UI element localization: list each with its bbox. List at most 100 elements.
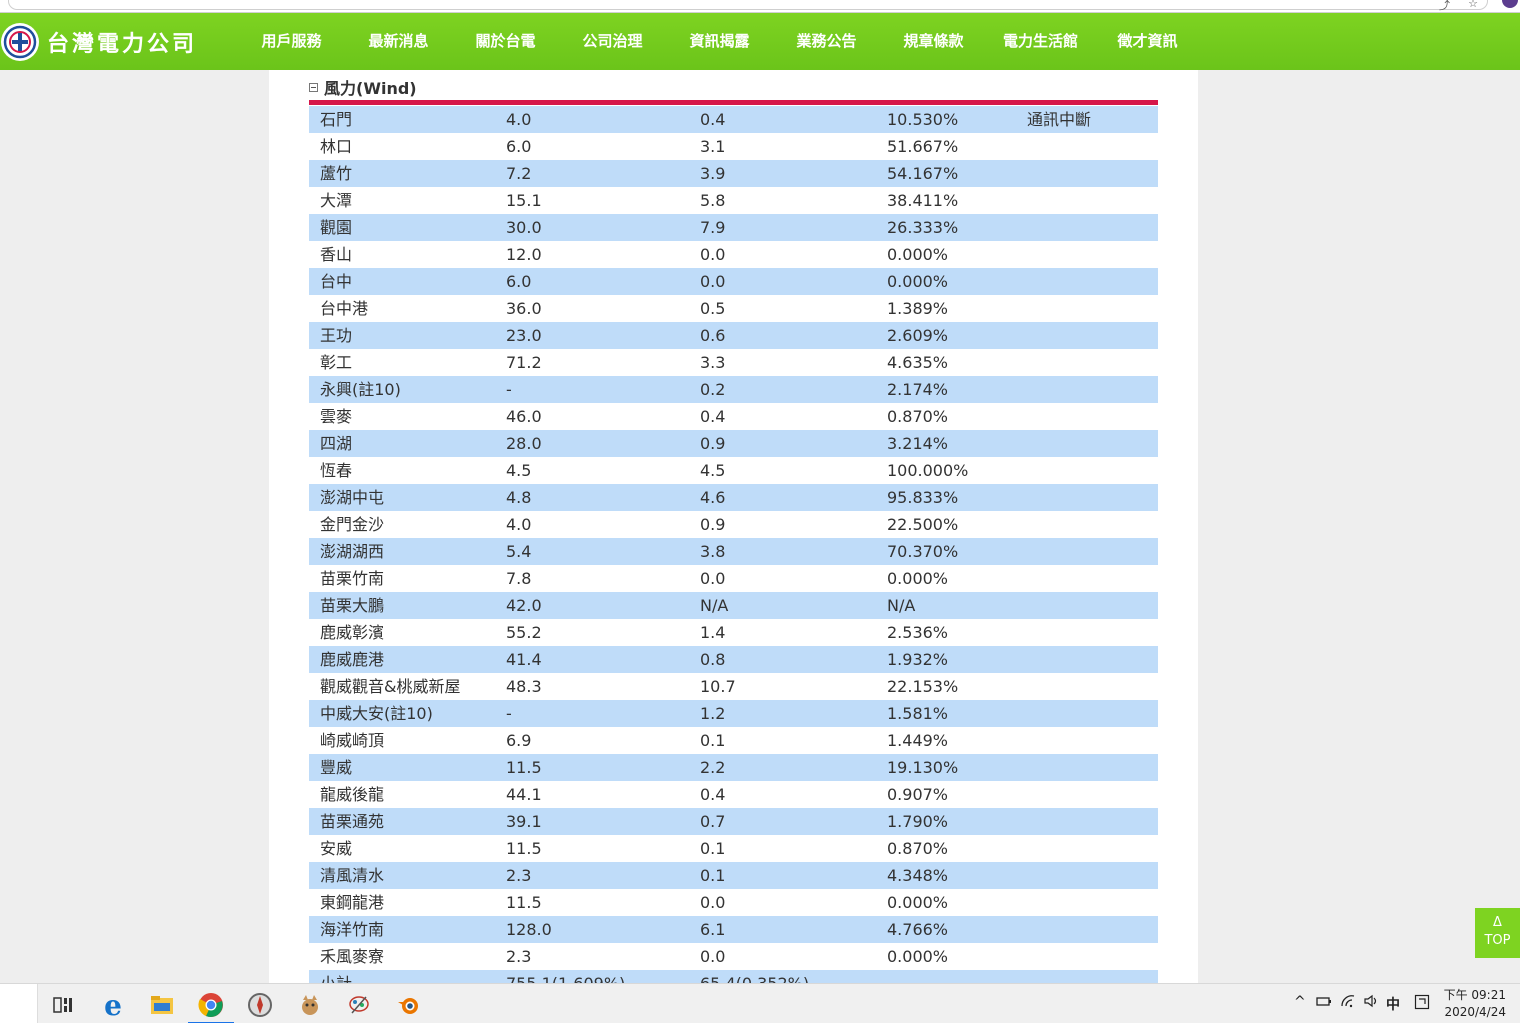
net-generation-cell: 0.0 xyxy=(700,569,726,588)
notification-icon[interactable] xyxy=(1414,994,1430,1014)
net-generation-cell: 3.8 xyxy=(700,542,726,561)
section-header[interactable]: 風力(Wind) xyxy=(309,76,417,98)
ime-indicator[interactable]: 中 xyxy=(1386,994,1400,1014)
animal-app-icon[interactable] xyxy=(287,988,333,1022)
net-generation-cell: 0.7 xyxy=(700,812,726,831)
table-row: 鹿威彰濱 55.2 1.4 2.536% xyxy=(309,619,1158,646)
site-logo[interactable]: 台灣電力公司 xyxy=(0,23,197,61)
capacity-ratio-cell: 0.907% xyxy=(887,785,949,804)
collapse-icon[interactable] xyxy=(309,82,318,92)
capacity-ratio-cell: 51.667% xyxy=(887,137,959,156)
share-icon[interactable]: ⤴ xyxy=(1439,0,1450,13)
station-name-cell: 蘆竹 xyxy=(320,164,353,183)
installed-capacity-cell: - xyxy=(506,704,512,723)
installed-capacity-cell: - xyxy=(506,380,512,399)
battery-icon[interactable] xyxy=(1316,994,1332,1012)
table-row: 澎湖中屯 4.8 4.6 95.833% xyxy=(309,484,1158,511)
station-name-cell: 四湖 xyxy=(320,434,353,453)
station-name-cell: 香山 xyxy=(320,245,353,264)
nav-info-disclosure[interactable]: 資訊揭露 xyxy=(666,13,773,80)
edge-icon[interactable]: e xyxy=(90,988,136,1022)
nav-about[interactable]: 關於台電 xyxy=(452,13,559,70)
station-name-cell: 龍威後龍 xyxy=(320,785,385,804)
volume-icon[interactable] xyxy=(1364,994,1380,1012)
installed-capacity-cell: 5.4 xyxy=(506,542,532,561)
table-row: 香山 12.0 0.0 0.000% xyxy=(309,241,1158,268)
station-name-cell: 小計 xyxy=(320,970,352,983)
table-row: 金門金沙 4.0 0.9 22.500% xyxy=(309,511,1158,538)
wind-power-table: 石門 4.0 0.4 10.530% 通訊中斷 林口 6.0 3.1 51.667% 蘆竹 7.2 3… xyxy=(309,106,1158,983)
capacity-ratio-cell: 26.333% xyxy=(887,218,959,237)
content-panel: 風力(Wind) 石門 4.0 0.4 10.530% 通訊中斷 林口 6.0 3.1 51.6… xyxy=(269,70,1198,983)
table-row: 恆春 4.5 4.5 100.000% xyxy=(309,457,1158,484)
installed-capacity-cell: 41.4 xyxy=(506,650,542,669)
net-generation-cell: 0.9 xyxy=(700,515,726,534)
installed-capacity-cell: 4.5 xyxy=(506,461,532,480)
profile-avatar[interactable] xyxy=(1502,0,1518,8)
station-name-cell: 苗栗大鵬 xyxy=(320,596,385,615)
capacity-ratio-cell: 70.370% xyxy=(887,542,959,561)
station-name-cell: 海洋竹南 xyxy=(320,920,385,939)
station-name-cell: 石門 xyxy=(320,110,353,129)
station-name-cell: 大潭 xyxy=(320,191,353,210)
table-row: 石門 4.0 0.4 10.530% 通訊中斷 xyxy=(309,106,1158,133)
back-to-top-button[interactable]: Δ TOP xyxy=(1475,908,1520,958)
address-bar[interactable] xyxy=(8,0,1488,10)
station-name-cell: 豐威 xyxy=(320,758,353,777)
capacity-ratio-cell: 3.214% xyxy=(887,434,949,453)
net-generation-cell: 0.2 xyxy=(700,380,726,399)
net-generation-cell: 4.5 xyxy=(700,461,726,480)
pinned-app-icon[interactable] xyxy=(336,988,382,1022)
installed-capacity-cell: 46.0 xyxy=(506,407,542,426)
remark-cell: 通訊中斷 xyxy=(1027,110,1092,129)
clock-time: 下午 09:21 xyxy=(1443,988,1506,1002)
table-row: 海洋竹南 128.0 6.1 4.766% xyxy=(309,916,1158,943)
system-clock[interactable]: 下午 09:21 2020/4/24 xyxy=(1444,987,1506,1021)
chrome-icon[interactable] xyxy=(188,988,234,1023)
nav-latest-news[interactable]: 最新消息 xyxy=(345,13,452,70)
table-row: 豐威 11.5 2.2 19.130% xyxy=(309,754,1158,781)
nav-power-life[interactable]: 電力生活館 xyxy=(987,13,1094,70)
nav-careers[interactable]: 徵才資訊 xyxy=(1094,13,1201,70)
installed-capacity-cell: 6.9 xyxy=(506,731,532,750)
installed-capacity-cell: 11.5 xyxy=(506,839,542,858)
table-row: 彰工 71.2 3.3 4.635% xyxy=(309,349,1158,376)
station-name-cell: 台中港 xyxy=(320,299,369,318)
blender-icon[interactable] xyxy=(385,988,431,1022)
capacity-ratio-cell: 0.000% xyxy=(887,569,949,588)
capacity-ratio-cell: 38.411% xyxy=(887,191,959,210)
nav-announcements[interactable]: 業務公告 xyxy=(773,13,880,70)
table-row: 林口 6.0 3.1 51.667% xyxy=(309,133,1158,160)
station-name-cell: 澎湖湖西 xyxy=(320,542,385,561)
capacity-ratio-cell: 1.389% xyxy=(887,299,949,318)
installed-capacity-cell: 28.0 xyxy=(506,434,542,453)
installed-capacity-cell: 30.0 xyxy=(506,218,542,237)
installed-capacity-cell: 23.0 xyxy=(506,326,542,345)
table-row: 龍威後龍 44.1 0.4 0.907% xyxy=(309,781,1158,808)
station-name-cell: 苗栗通苑 xyxy=(320,812,385,831)
table-row: 觀園 30.0 7.9 26.333% xyxy=(309,214,1158,241)
browser-chrome: ⤴ ☆ xyxy=(0,0,1520,13)
net-generation-cell: N/A xyxy=(700,596,729,615)
file-explorer-icon[interactable] xyxy=(139,988,185,1022)
table-row: 大潭 15.1 5.8 38.411% xyxy=(309,187,1158,214)
net-generation-cell: 10.7 xyxy=(700,677,736,696)
installed-capacity-cell: 71.2 xyxy=(506,353,542,372)
installed-capacity-cell: 55.2 xyxy=(506,623,542,642)
capacity-ratio-cell: N/A xyxy=(887,596,916,615)
table-row: 苗栗竹南 7.8 0.0 0.000% xyxy=(309,565,1158,592)
wifi-icon[interactable] xyxy=(1340,994,1356,1012)
capacity-ratio-cell: 4.766% xyxy=(887,920,949,939)
nav-user-services[interactable]: 用戶服務 xyxy=(238,13,345,70)
show-hidden-icons-icon[interactable]: ^ xyxy=(1294,994,1306,1010)
net-generation-cell: 4.6 xyxy=(700,488,726,507)
compass-app-icon[interactable] xyxy=(237,988,283,1022)
search-box[interactable] xyxy=(0,984,38,1023)
table-row: 雲麥 46.0 0.4 0.870% xyxy=(309,403,1158,430)
star-icon[interactable]: ☆ xyxy=(1468,0,1478,10)
capacity-ratio-cell: 0.000% xyxy=(887,245,949,264)
installed-capacity-cell: 7.2 xyxy=(506,164,532,183)
nav-regulations[interactable]: 規章條款 xyxy=(880,13,987,70)
task-view-icon[interactable] xyxy=(40,988,86,1022)
nav-governance[interactable]: 公司治理 xyxy=(559,13,666,70)
